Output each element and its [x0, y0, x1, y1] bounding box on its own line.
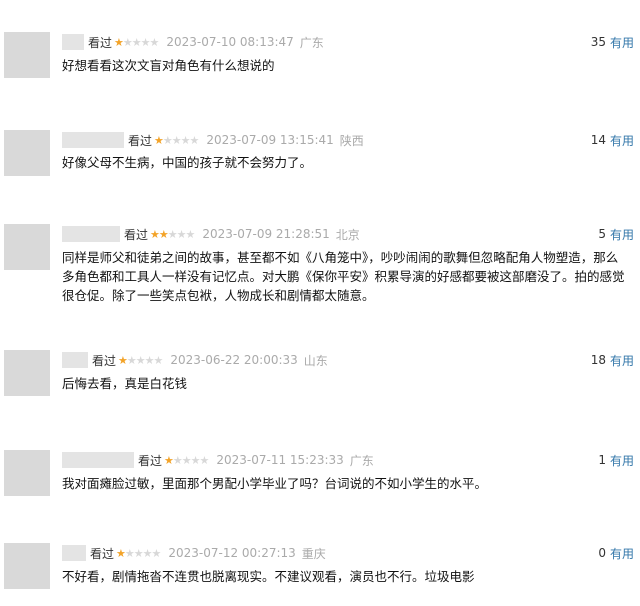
watched-label: 看过: [128, 133, 153, 148]
review-location: 广东: [299, 35, 324, 50]
review-location: 广东: [349, 453, 374, 468]
useful-button[interactable]: 有用: [610, 226, 634, 243]
star-empty-icon: ★★★★: [172, 453, 209, 467]
star-empty-icon: ★★★★: [126, 353, 163, 367]
star-filled-icon: ★: [116, 546, 126, 560]
username-redacted[interactable]: [62, 34, 84, 50]
rating-stars: ★★★★★: [114, 35, 159, 49]
useful-button[interactable]: 有用: [610, 452, 634, 469]
watched-label: 看过: [124, 227, 149, 242]
review-time: 2023-07-12 00:27:13: [168, 546, 296, 560]
review-meta: 看过 ★★★★★ 2023-07-10 08:13:47 广东: [62, 32, 324, 52]
useful-vote: 18 有用: [591, 350, 634, 370]
review-location: 陕西: [339, 133, 364, 148]
useful-count: 1: [598, 453, 606, 467]
rating-stars: ★★★★★: [154, 133, 199, 147]
review-content: 我对面瘫脸过敏，里面那个男配小学毕业了吗？台词说的不如小学生的水平。: [62, 476, 488, 491]
review-content: 好想看看这次文盲对角色有什么想说的: [62, 58, 275, 73]
username-redacted[interactable]: [62, 452, 134, 468]
star-empty-icon: ★★★★: [122, 35, 159, 49]
review-time: 2023-07-09 13:15:41: [206, 133, 334, 147]
rating-stars: ★★★★★: [116, 546, 161, 560]
useful-count: 5: [598, 227, 606, 241]
review-time: 2023-07-10 08:13:47: [166, 35, 294, 49]
review-content: 后悔去看，真是白花钱: [62, 376, 188, 391]
avatar[interactable]: [4, 32, 50, 78]
review-meta: 看过 ★★★★★ 2023-07-11 15:23:33 广东: [62, 450, 374, 470]
avatar[interactable]: [4, 130, 50, 176]
review-meta: 看过 ★★★★★ 2023-06-22 20:00:33 山东: [62, 350, 328, 370]
review-time: 2023-07-11 15:23:33: [216, 453, 344, 467]
review-content: 同样是师父和徒弟之间的故事，甚至都不如《八角笼中》，吵吵闹闹的歌舞但忽略配角人物…: [62, 250, 625, 303]
review-location: 重庆: [301, 546, 326, 561]
useful-count: 14: [590, 133, 606, 147]
star-filled-icon: ★: [164, 453, 174, 467]
star-empty-icon: ★★★★: [162, 133, 199, 147]
username-redacted[interactable]: [62, 352, 88, 368]
review-content: 不好看，剧情拖沓不连贯也脱离现实。不建议观看，演员也不行。垃圾电影: [62, 569, 475, 584]
rating-stars: ★★★★★: [118, 353, 163, 367]
watched-label: 看过: [92, 353, 117, 368]
review-meta: 看过 ★★★★★ 2023-07-12 00:27:13 重庆: [62, 543, 326, 563]
useful-button[interactable]: 有用: [610, 34, 634, 51]
avatar[interactable]: [4, 350, 50, 396]
watched-label: 看过: [138, 453, 163, 468]
review-meta: 看过 ★★★★★ 2023-07-09 13:15:41 陕西: [62, 130, 364, 150]
rating-stars: ★★★★★: [150, 227, 196, 241]
review-location: 北京: [335, 227, 360, 242]
avatar[interactable]: [4, 543, 50, 589]
star-empty-icon: ★★★★: [124, 546, 161, 560]
watched-label: 看过: [90, 546, 115, 561]
review-time: 2023-06-22 20:00:33: [170, 353, 298, 367]
useful-count: 35: [590, 35, 606, 49]
useful-vote: 5 有用: [598, 224, 634, 244]
username-redacted[interactable]: [62, 545, 86, 561]
star-filled-icon: ★: [154, 133, 164, 147]
useful-count: 0: [598, 546, 606, 560]
useful-button[interactable]: 有用: [610, 352, 634, 369]
avatar[interactable]: [4, 224, 50, 270]
useful-count: 18: [590, 353, 606, 367]
username-redacted[interactable]: [62, 132, 124, 148]
star-filled-icon: ★: [118, 353, 128, 367]
review-meta: 看过 ★★★★★ 2023-07-09 21:28:51 北京: [62, 224, 360, 244]
username-redacted[interactable]: [62, 226, 120, 242]
star-filled-icon: ★★: [150, 227, 169, 241]
rating-stars: ★★★★★: [164, 453, 209, 467]
useful-vote: 35 有用: [591, 32, 634, 52]
star-filled-icon: ★: [114, 35, 124, 49]
watched-label: 看过: [88, 35, 113, 50]
useful-vote: 1 有用: [598, 450, 634, 470]
review-location: 山东: [303, 353, 328, 368]
useful-button[interactable]: 有用: [610, 545, 634, 562]
review-content: 好像父母不生病，中国的孩子就不会努力了。: [62, 155, 313, 170]
avatar[interactable]: [4, 450, 50, 496]
review-time: 2023-07-09 21:28:51: [202, 227, 330, 241]
star-empty-icon: ★★★: [167, 227, 196, 241]
useful-vote: 14 有用: [591, 130, 634, 150]
useful-vote: 0 有用: [598, 543, 634, 563]
useful-button[interactable]: 有用: [610, 132, 634, 149]
